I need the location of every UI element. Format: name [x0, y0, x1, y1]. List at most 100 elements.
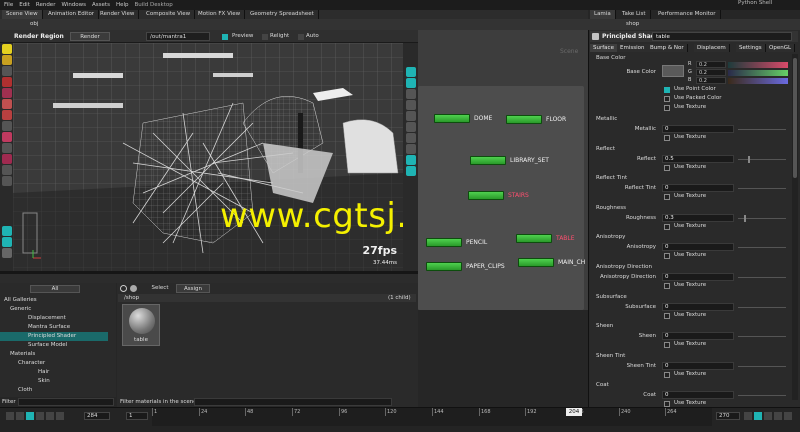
gallery-filter-dropdown[interactable]: All — [30, 285, 80, 293]
roughness-use-texture-checkbox[interactable] — [664, 224, 670, 230]
use-point-color-checkbox[interactable] — [664, 87, 670, 93]
sheen-field[interactable]: 0 — [662, 332, 734, 340]
audio-icon[interactable] — [754, 412, 762, 420]
tree-materials[interactable]: Materials — [0, 350, 110, 359]
menu-windows[interactable]: Windows — [61, 2, 86, 8]
auto-checkbox[interactable] — [298, 34, 304, 40]
out-path-field[interactable]: /out/mantra1 — [146, 32, 210, 41]
tree-hair[interactable]: Hair — [0, 368, 110, 377]
tree-skin[interactable]: Skin — [0, 377, 110, 386]
roughness-slider[interactable] — [738, 215, 786, 222]
camera-view-icon[interactable] — [405, 111, 416, 121]
light-icon[interactable] — [405, 100, 416, 110]
rgb-g-slider[interactable] — [728, 70, 788, 76]
normals-icon[interactable] — [405, 133, 416, 143]
display-tool-icon[interactable] — [1, 176, 12, 186]
select-tool-icon[interactable] — [1, 44, 12, 54]
keys-icon[interactable] — [764, 412, 772, 420]
realtime-icon[interactable] — [744, 412, 752, 420]
measure-tool-icon[interactable] — [1, 143, 12, 153]
tree-generic[interactable]: Generic — [0, 305, 110, 314]
points-icon[interactable] — [405, 122, 416, 132]
ghost-toggle-icon[interactable] — [1, 237, 12, 247]
end-frame-field[interactable]: 270 — [716, 412, 740, 420]
tab-settings[interactable]: Settings — [736, 44, 766, 52]
sheen-use-texture-checkbox[interactable] — [664, 342, 670, 348]
reflect-tint-field[interactable]: 0 — [662, 184, 734, 192]
snap-tool-icon[interactable] — [1, 154, 12, 164]
render-button[interactable]: Render — [70, 32, 110, 41]
subsurface-use-texture-checkbox[interactable] — [664, 313, 670, 319]
reflect-slider[interactable] — [738, 156, 786, 163]
roughness-slider-knob[interactable] — [744, 215, 746, 222]
reflect-tint-use-texture-checkbox[interactable] — [664, 194, 670, 200]
playhead-marker[interactable]: 204 — [566, 408, 582, 416]
node-pencil[interactable] — [426, 238, 462, 247]
play-icon[interactable] — [36, 412, 44, 420]
reflect-use-texture-checkbox[interactable] — [664, 165, 670, 171]
tree-character[interactable]: Character — [0, 359, 110, 368]
reflect-field[interactable]: 0.5 — [662, 155, 734, 163]
obj-path[interactable]: obj — [30, 21, 38, 27]
menu-edit[interactable]: Edit — [19, 2, 30, 8]
display-options-icon[interactable] — [405, 67, 416, 77]
assign-button[interactable]: Assign — [176, 284, 210, 293]
anisotropy-direction-use-texture-checkbox[interactable] — [664, 283, 670, 289]
tree-mantra-surface[interactable]: Mantra Surface — [0, 323, 110, 332]
metallic-use-texture-checkbox[interactable] — [664, 135, 670, 141]
node-paper-clips[interactable] — [426, 262, 462, 271]
transform-tool-icon[interactable] — [1, 66, 12, 76]
tree-principled-shader[interactable]: Principled Shader — [0, 332, 108, 341]
metallic-slider[interactable] — [738, 129, 786, 130]
node-dome[interactable] — [434, 114, 470, 123]
tab-lamia[interactable]: Lamia — [590, 10, 616, 19]
desktop-selector[interactable]: Build Desktop — [134, 2, 172, 8]
shading-mode-icon[interactable] — [405, 78, 416, 88]
menu-help[interactable]: Help — [116, 2, 129, 8]
global-anim-icon[interactable] — [774, 412, 782, 420]
properties-scrollbar[interactable] — [792, 54, 798, 400]
metallic-field[interactable]: 0 — [662, 125, 734, 133]
tab-displacement[interactable]: Displacem — [694, 44, 730, 52]
scrollbar-thumb[interactable] — [793, 58, 797, 178]
scope-icon[interactable] — [784, 412, 792, 420]
use-packed-color-checkbox[interactable] — [664, 96, 670, 102]
sheen-tint-slider[interactable] — [738, 366, 786, 367]
tab-emission[interactable]: Emission — [617, 44, 649, 52]
step-back-icon[interactable] — [16, 412, 24, 420]
rotate-tool-icon[interactable] — [1, 77, 12, 87]
jump-start-icon[interactable] — [6, 412, 14, 420]
node-table[interactable] — [516, 234, 552, 243]
node-floor[interactable] — [506, 115, 542, 124]
node-stairs[interactable] — [468, 191, 504, 200]
rgb-r-field[interactable]: 0.2 — [696, 61, 726, 68]
python-shell-tab[interactable]: Python Shell — [738, 0, 772, 6]
tree-all-galleries[interactable]: All Galleries — [0, 296, 110, 305]
subsurface-slider[interactable] — [738, 307, 786, 308]
paint-tool-icon[interactable] — [1, 132, 12, 142]
settings-gear-icon[interactable] — [130, 285, 137, 292]
anisotropy-direction-field[interactable]: 0 — [662, 273, 734, 281]
tab-take-list[interactable]: Take List — [618, 10, 651, 19]
relight-checkbox[interactable] — [262, 34, 268, 40]
preview-checkbox[interactable] — [222, 34, 228, 40]
pose-tool-icon[interactable] — [1, 99, 12, 109]
handle-tool-icon[interactable] — [1, 110, 12, 120]
roughness-field[interactable]: 0.3 — [662, 214, 734, 222]
scale-tool-icon[interactable] — [1, 88, 12, 98]
node-library-set[interactable] — [470, 156, 506, 165]
rgb-r-slider[interactable] — [728, 62, 788, 68]
coat-slider[interactable] — [738, 395, 786, 396]
node-main-ch[interactable] — [518, 258, 554, 267]
shop-path[interactable]: shop — [626, 21, 639, 27]
tree-cloth[interactable]: Cloth — [0, 386, 110, 395]
anisotropy-slider[interactable] — [738, 247, 786, 248]
start-frame-field[interactable]: 1 — [126, 412, 148, 420]
camera-tool-icon[interactable] — [1, 165, 12, 175]
sheen-slider[interactable] — [738, 336, 786, 337]
stop-icon[interactable] — [26, 412, 34, 420]
anisotropy-direction-slider[interactable] — [738, 277, 786, 278]
menu-render[interactable]: Render — [36, 2, 56, 8]
step-forward-icon[interactable] — [46, 412, 54, 420]
anisotropy-use-texture-checkbox[interactable] — [664, 253, 670, 259]
